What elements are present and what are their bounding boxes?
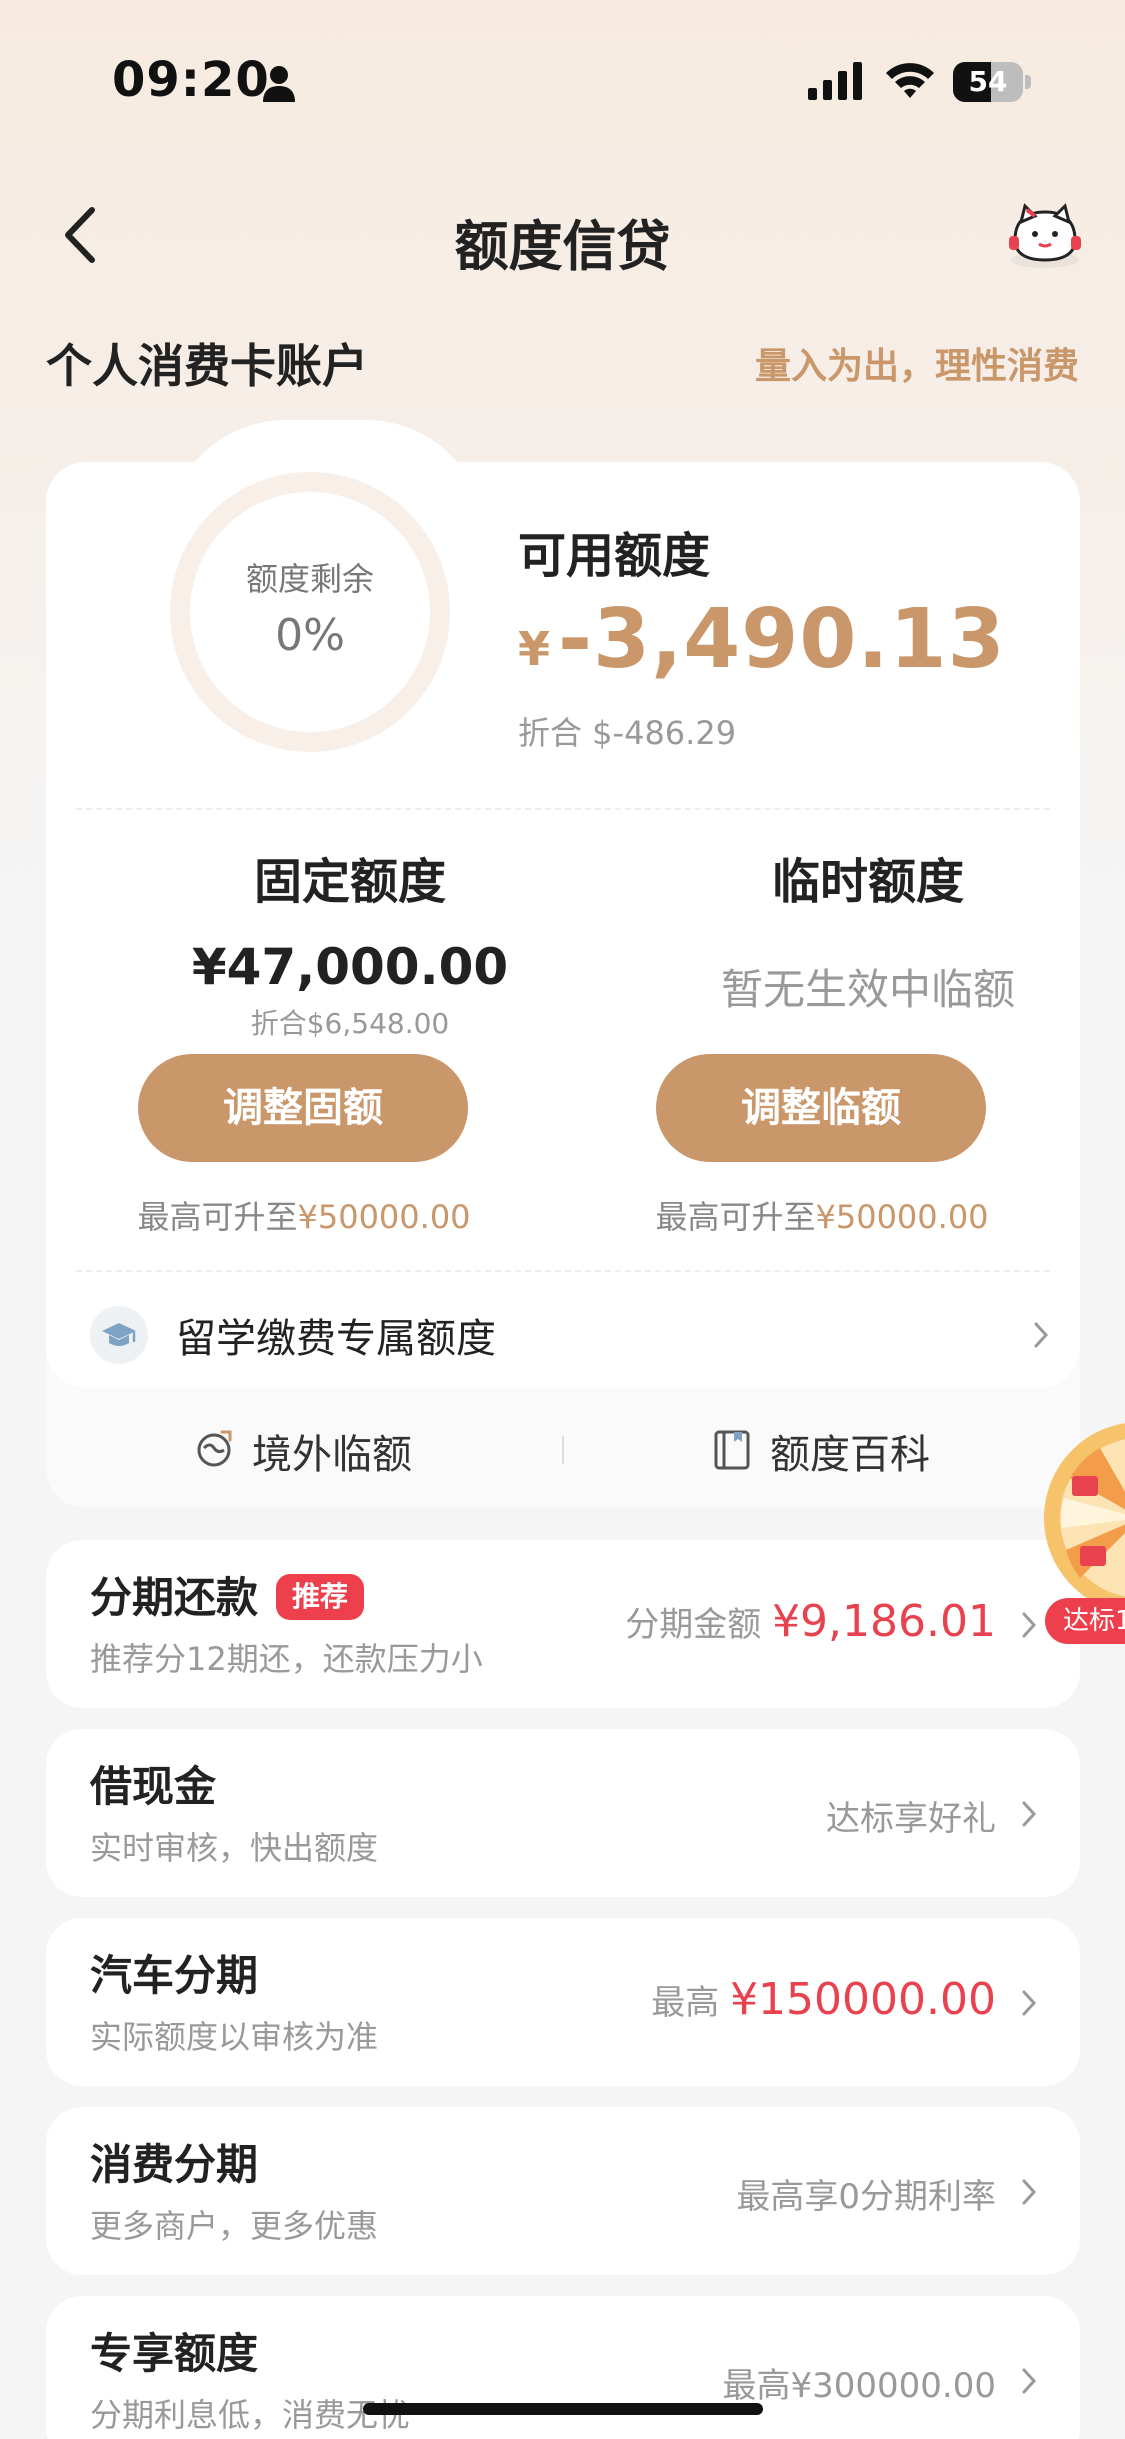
divider bbox=[562, 1436, 564, 1464]
installment-amount: ¥9,186.01 bbox=[772, 1596, 996, 1647]
currency-symbol: ¥ bbox=[518, 622, 551, 676]
row-subtitle: 更多商户，更多优惠 bbox=[90, 2207, 379, 2245]
car-installment-row[interactable]: 汽车分期 实际额度以审核为准 最高 ¥150000.00 bbox=[46, 1918, 1080, 2086]
available-credit-label: 可用额度 bbox=[518, 528, 711, 584]
adjust-fixed-credit-button[interactable]: 调整固额 bbox=[138, 1054, 468, 1162]
slogan-text: 量入为出，理性消费 bbox=[754, 346, 1079, 387]
fixed-credit-section: 固定额度 ¥47,000.00 折合$6,548.00 bbox=[150, 842, 550, 1042]
max-prefix: 最高可升至 bbox=[137, 1198, 298, 1236]
temporary-credit-title: 临时额度 bbox=[771, 854, 964, 910]
temporary-credit-status: 暂无生效中临额 bbox=[720, 965, 1015, 1014]
exclusive-credit-row[interactable]: 专享额度 分期利息低，消费无忧 最高¥300000.00 bbox=[46, 2296, 1080, 2439]
chevron-right-icon bbox=[1022, 2179, 1037, 2205]
row-title: 汽车分期 bbox=[90, 1951, 259, 2000]
book-icon bbox=[714, 1430, 750, 1470]
page-title: 额度信贷 bbox=[454, 215, 671, 278]
row-right-prefix: 最高 bbox=[651, 1983, 720, 2023]
status-bar: 09:20 54 bbox=[0, 0, 1125, 140]
row-right-info: 最高 ¥150000.00 bbox=[651, 1974, 996, 2025]
max-amount: ¥50000.00 bbox=[297, 1198, 471, 1236]
remaining-percent: 0% bbox=[275, 610, 345, 661]
consumer-installment-row[interactable]: 消费分期 更多商户，更多优惠 最高享0分期利率 bbox=[46, 2107, 1080, 2275]
installment-repayment-row[interactable]: 分期还款 推荐 推荐分12期还，还款压力小 分期金额 ¥9,186.01 bbox=[46, 1540, 1080, 1708]
overseas-temp-credit-label: 境外临额 bbox=[252, 1432, 412, 1478]
wifi-icon bbox=[886, 63, 934, 98]
globe-icon bbox=[197, 1430, 232, 1467]
fixed-max-limit: 最高可升至¥50000.00 bbox=[94, 1192, 514, 1238]
available-credit-converted: 折合 $-486.29 bbox=[518, 714, 737, 752]
adjust-temporary-credit-button[interactable]: 调整临额 bbox=[656, 1054, 986, 1162]
divider bbox=[76, 1270, 1050, 1272]
study-abroad-credit-row[interactable]: 留学缴费专属额度 bbox=[90, 1298, 1050, 1370]
recommend-badge: 推荐 bbox=[276, 1574, 365, 1620]
chevron-right-icon bbox=[1022, 2368, 1037, 2394]
row-subtitle: 实时审核，快出额度 bbox=[90, 1829, 379, 1867]
chevron-right-icon bbox=[1034, 1322, 1049, 1348]
person-icon bbox=[263, 66, 295, 102]
temporary-max-limit: 最高可升至¥50000.00 bbox=[612, 1192, 1032, 1238]
row-subtitle: 分期利息低，消费无忧 bbox=[90, 2396, 411, 2434]
row-title: 分期还款 推荐 bbox=[90, 1564, 365, 1625]
row-right-info: 最高¥300000.00 bbox=[722, 2366, 997, 2406]
study-abroad-credit-label: 留学缴费专属额度 bbox=[176, 1316, 496, 1362]
row-title: 专享额度 bbox=[90, 2329, 259, 2378]
credit-links-bar: 境外临额 额度百科 bbox=[46, 1388, 1080, 1508]
chevron-right-icon bbox=[1022, 1612, 1037, 1638]
mascot-cat-icon[interactable] bbox=[1005, 200, 1085, 272]
credit-summary: 额度剩余 0% 可用额度 ¥ -3,490.13 折合 $-486.29 固定额… bbox=[46, 462, 1080, 1388]
row-right-info: 分期金额 ¥9,186.01 bbox=[625, 1596, 996, 1647]
navigation-bar: 额度信贷 bbox=[0, 180, 1125, 290]
row-right-info: 最高享0分期利率 bbox=[736, 2177, 996, 2217]
row-title: 消费分期 bbox=[90, 2140, 259, 2189]
battery-percent: 54 bbox=[968, 65, 1008, 98]
floating-reward-tag[interactable]: 达标1 bbox=[1045, 1598, 1125, 1644]
available-credit-amount: -3,490.13 bbox=[558, 592, 1006, 687]
row-title: 借现金 bbox=[90, 1762, 217, 1811]
cellular-signal-icon bbox=[808, 62, 862, 100]
temporary-credit-section: 临时额度 暂无生效中临额 bbox=[668, 842, 1068, 1017]
row-subtitle: 推荐分12期还，还款压力小 bbox=[90, 1640, 483, 1678]
fixed-credit-amount: ¥47,000.00 bbox=[191, 938, 509, 996]
status-time: 09:20 bbox=[112, 52, 270, 108]
fixed-credit-converted: 折合$6,548.00 bbox=[250, 1007, 450, 1040]
graduation-cap-icon bbox=[90, 1306, 148, 1364]
lucky-wheel-icon[interactable] bbox=[1040, 1418, 1125, 1618]
row-right-prefix: 分期金额 bbox=[625, 1605, 762, 1645]
home-indicator[interactable] bbox=[363, 2403, 763, 2415]
battery-icon: 54 bbox=[953, 62, 1031, 102]
credit-wiki-label: 额度百科 bbox=[770, 1432, 930, 1478]
credit-card-panel: 额度剩余 0% 可用额度 ¥ -3,490.13 折合 $-486.29 固定额… bbox=[46, 420, 1080, 1508]
max-prefix: 最高可升至 bbox=[655, 1198, 816, 1236]
max-amount: ¥50000.00 bbox=[815, 1198, 989, 1236]
chevron-right-icon bbox=[1022, 1801, 1037, 1827]
chevron-right-icon bbox=[1022, 1990, 1037, 2016]
row-right-info: 达标享好礼 bbox=[826, 1799, 996, 1839]
remaining-label: 额度剩余 bbox=[245, 560, 374, 598]
row-title-text: 分期还款 bbox=[90, 1573, 259, 1622]
cash-loan-row[interactable]: 借现金 实时审核，快出额度 达标享好礼 bbox=[46, 1729, 1080, 1897]
row-subtitle: 实际额度以审核为准 bbox=[90, 2018, 379, 2056]
account-title: 个人消费卡账户 bbox=[46, 339, 368, 393]
fixed-credit-title: 固定额度 bbox=[253, 854, 446, 910]
divider bbox=[76, 808, 1050, 810]
car-max-amount: ¥150000.00 bbox=[730, 1974, 996, 2025]
